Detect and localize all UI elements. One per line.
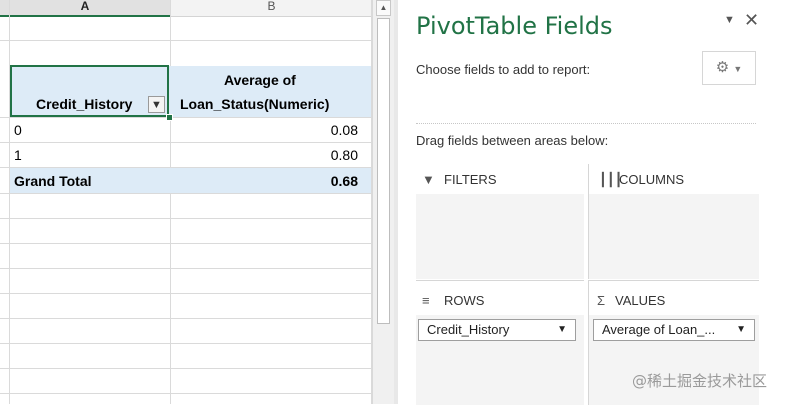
values-field-pill[interactable]: Average of Loan_... ▼ bbox=[593, 319, 755, 341]
grid-line bbox=[0, 293, 372, 294]
filters-label: FILTERS bbox=[444, 172, 497, 187]
choose-fields-text: Choose fields to add to report: bbox=[416, 62, 591, 77]
watermark: @稀土掘金技术社区 bbox=[632, 372, 768, 390]
grid-line bbox=[0, 343, 372, 344]
pane-options-chevron-icon[interactable]: ▼ bbox=[724, 14, 735, 26]
row-value-0[interactable]: 0.08 bbox=[180, 122, 358, 138]
chevron-down-icon[interactable]: ▼ bbox=[557, 320, 567, 340]
rows-label: ROWS bbox=[444, 293, 485, 308]
grand-total-label[interactable]: Grand Total bbox=[14, 173, 92, 189]
drag-fields-text: Drag fields between areas below: bbox=[416, 133, 609, 148]
value-header-line1[interactable]: Average of bbox=[224, 72, 296, 88]
grid-line bbox=[0, 218, 372, 219]
sigma-icon: Σ bbox=[597, 293, 606, 308]
value-header-line2[interactable]: Loan_Status(Numeric) bbox=[180, 96, 329, 112]
active-cell-outline bbox=[10, 65, 169, 117]
grid-line bbox=[0, 318, 372, 319]
section-divider bbox=[416, 123, 756, 124]
scroll-up-icon[interactable]: ▲ bbox=[376, 0, 391, 16]
fill-handle[interactable] bbox=[166, 114, 173, 121]
grid-line bbox=[0, 117, 372, 118]
filters-drop-zone[interactable] bbox=[416, 194, 584, 279]
values-label: VALUES bbox=[615, 293, 666, 308]
values-field-label: Average of Loan_... bbox=[602, 322, 716, 337]
columns-label: COLUMNS bbox=[619, 172, 685, 187]
row-value-1[interactable]: 0.80 bbox=[180, 147, 358, 163]
columns-area[interactable]: ┃┃┃ COLUMNS bbox=[588, 164, 759, 279]
rows-field-pill[interactable]: Credit_History ▼ bbox=[418, 319, 576, 341]
spreadsheet-grid[interactable]: A B Credit_History ▼ Average of Loan_Sta… bbox=[0, 0, 372, 404]
layout-areas: ▼ FILTERS ┃┃┃ COLUMNS ≡ ROWS Credit_Hist… bbox=[416, 164, 759, 405]
gear-icon: ⚙ bbox=[715, 59, 730, 76]
grid-line bbox=[0, 393, 372, 394]
rows-icon: ≡ bbox=[422, 293, 430, 308]
field-layout-button[interactable]: ⚙ ▼ bbox=[702, 51, 756, 85]
row-label-0[interactable]: 0 bbox=[14, 122, 22, 138]
grid-line bbox=[0, 268, 372, 269]
column-header-b[interactable]: B bbox=[171, 0, 372, 17]
vertical-scrollbar[interactable]: ▲ bbox=[372, 0, 394, 404]
grid-line bbox=[0, 193, 372, 194]
close-icon[interactable]: ✕ bbox=[744, 10, 759, 31]
grand-total-value[interactable]: 0.68 bbox=[180, 173, 358, 189]
column-header-a[interactable]: A bbox=[0, 0, 170, 17]
chevron-down-icon[interactable]: ▼ bbox=[736, 320, 746, 340]
grid-line bbox=[0, 368, 372, 369]
filter-icon: ▼ bbox=[422, 172, 435, 187]
rows-area[interactable]: ≡ ROWS Credit_History ▼ bbox=[416, 280, 584, 405]
filters-area[interactable]: ▼ FILTERS bbox=[416, 164, 584, 279]
grid-line bbox=[0, 243, 372, 244]
scroll-thumb[interactable] bbox=[377, 18, 390, 324]
pivottable-fields-pane: PivotTable Fields ▼ ✕ Choose fields to a… bbox=[398, 0, 798, 405]
grid-line bbox=[0, 142, 372, 143]
grid-line bbox=[0, 40, 372, 41]
pane-title: PivotTable Fields bbox=[416, 12, 613, 40]
columns-drop-zone[interactable] bbox=[589, 194, 759, 279]
rows-field-label: Credit_History bbox=[427, 322, 510, 337]
row-label-1[interactable]: 1 bbox=[14, 147, 22, 163]
chevron-down-icon: ▼ bbox=[733, 64, 743, 74]
